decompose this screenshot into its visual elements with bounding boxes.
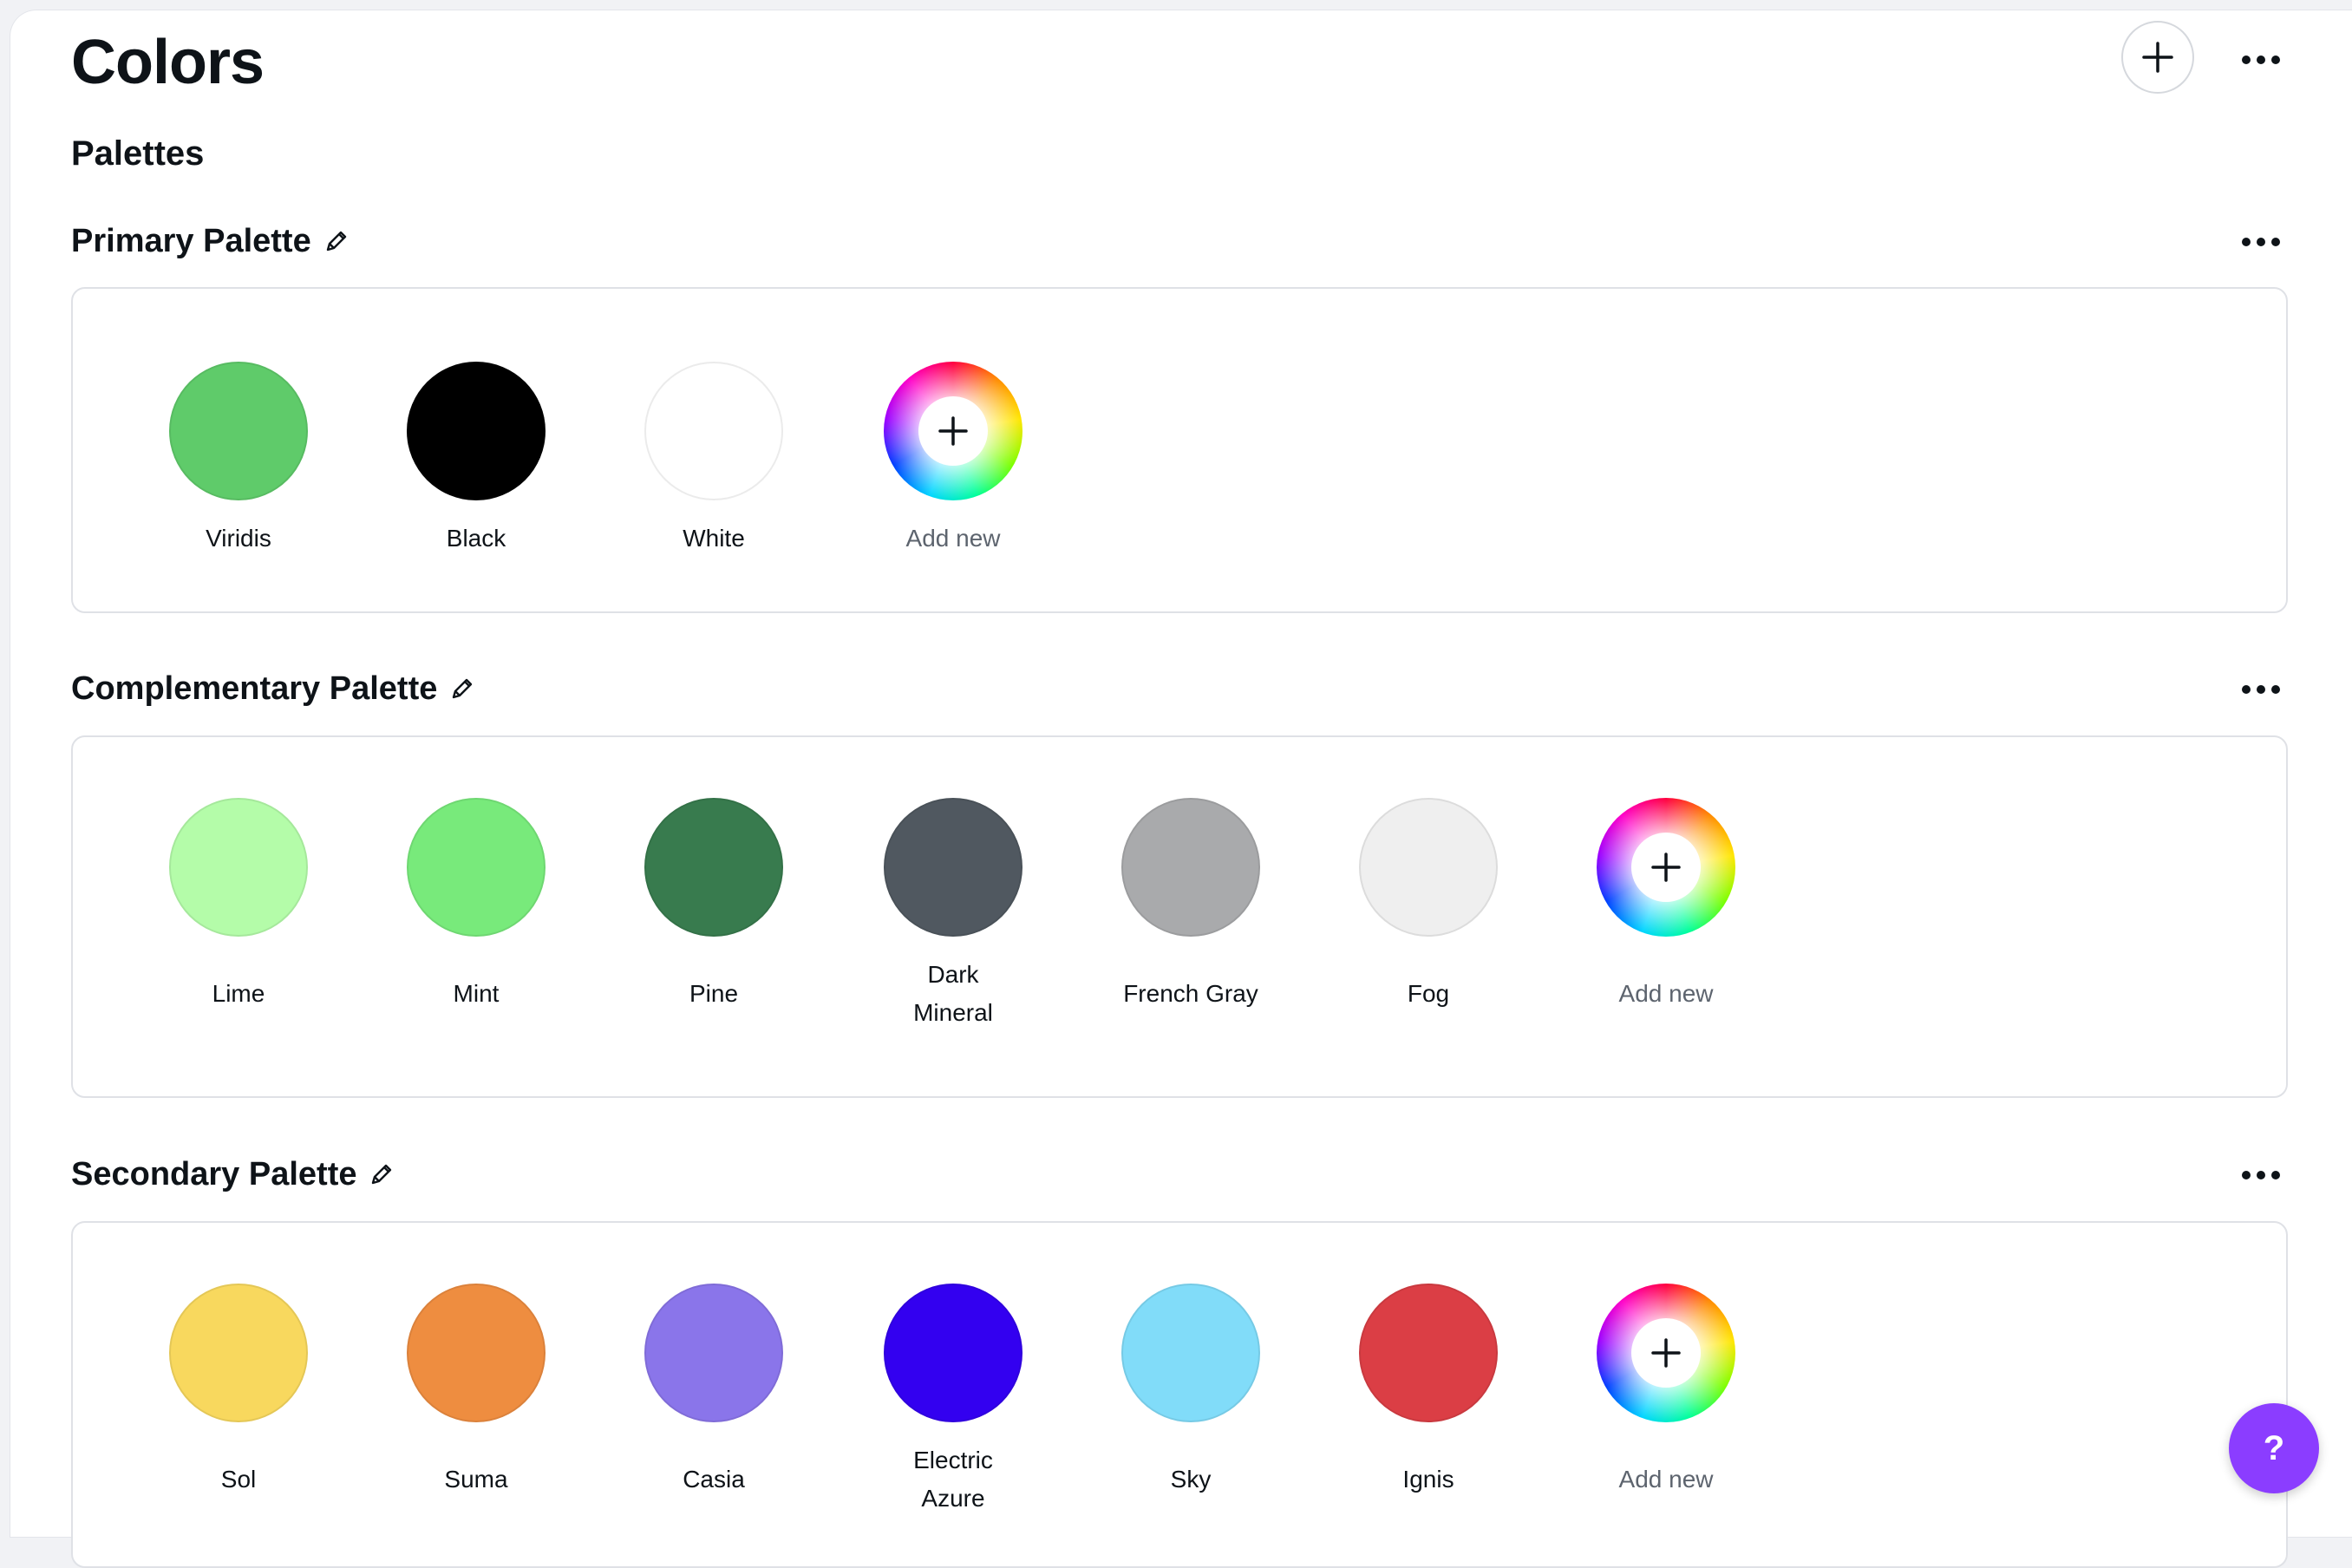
color-swatch[interactable] xyxy=(169,798,308,937)
color-swatch[interactable] xyxy=(1359,1284,1498,1422)
more-horizontal-icon xyxy=(2242,238,2280,246)
color-swatch[interactable] xyxy=(407,1284,546,1422)
swatch-item[interactable]: Sol xyxy=(139,1284,338,1499)
swatch-item[interactable]: Casia xyxy=(614,1284,813,1499)
color-swatch[interactable] xyxy=(1121,1284,1260,1422)
palette-header-secondary: Secondary Palette xyxy=(71,1148,395,1200)
color-swatch[interactable] xyxy=(644,362,783,500)
swatch-item[interactable]: Ignis xyxy=(1329,1284,1528,1499)
swatch-label: Viridis xyxy=(206,525,271,552)
rename-palette-button[interactable] xyxy=(449,676,475,702)
color-wheel-icon[interactable] xyxy=(884,362,1022,500)
section-title: Palettes xyxy=(71,134,205,173)
add-new-label: Add new xyxy=(905,525,1001,552)
palette-header-primary: Primary Palette xyxy=(71,215,350,267)
add-new-label: Add new xyxy=(1618,980,1714,1007)
swatch-item[interactable]: White xyxy=(614,362,813,558)
palette-more-button[interactable] xyxy=(2231,220,2291,264)
swatch-label: Pine xyxy=(689,980,739,1007)
add-palette-button[interactable] xyxy=(2121,21,2194,94)
more-horizontal-icon xyxy=(2242,1171,2280,1179)
color-swatch[interactable] xyxy=(169,362,308,500)
palette-name: Secondary Palette xyxy=(71,1155,357,1192)
palette-card-complementary: Lime Mint Pine Dark Mineral French Gray … xyxy=(71,735,2288,1098)
plus-icon xyxy=(938,416,968,446)
more-horizontal-icon xyxy=(2242,56,2280,64)
add-new-label: Add new xyxy=(1618,1466,1714,1493)
color-wheel-icon[interactable] xyxy=(1597,798,1735,937)
color-swatch[interactable] xyxy=(1121,798,1260,937)
palette-name: Primary Palette xyxy=(71,222,311,259)
palette-more-button[interactable] xyxy=(2231,1153,2291,1197)
swatch-item[interactable]: Pine xyxy=(614,798,813,1013)
rename-palette-button[interactable] xyxy=(369,1161,395,1187)
pencil-icon xyxy=(372,1164,392,1185)
add-color-button[interactable]: Add new xyxy=(853,362,1053,558)
swatch-label: Mint xyxy=(453,980,500,1007)
swatch-label: White xyxy=(683,525,745,552)
swatch-item[interactable]: Mint xyxy=(376,798,576,1013)
palette-card-secondary: Sol Suma Casia Electric Azure Sky Ignis … xyxy=(71,1221,2288,1568)
swatch-label: Suma xyxy=(444,1466,508,1493)
palette-header-complementary: Complementary Palette xyxy=(71,663,475,715)
swatch-item[interactable]: Sky xyxy=(1091,1284,1290,1499)
swatch-label: Lime xyxy=(212,980,265,1007)
swatch-label: Casia xyxy=(683,1466,745,1493)
swatch-item[interactable]: Black xyxy=(376,362,576,558)
palette-card-primary: Viridis Black White Add new xyxy=(71,287,2288,613)
color-swatch[interactable] xyxy=(169,1284,308,1422)
palette-more-button[interactable] xyxy=(2231,668,2291,711)
page-title: Colors xyxy=(71,28,265,97)
swatch-label: French Gray xyxy=(1123,980,1258,1007)
colors-panel: Colors Palettes Primary Palette Viridis … xyxy=(10,10,2352,1568)
swatch-label: Electric Azure xyxy=(913,1447,993,1512)
swatch-label: Dark Mineral xyxy=(913,961,993,1026)
more-horizontal-icon xyxy=(2242,685,2280,694)
pencil-icon xyxy=(453,678,473,699)
color-wheel-icon[interactable] xyxy=(1597,1284,1735,1422)
swatch-item[interactable]: Suma xyxy=(376,1284,576,1499)
pencil-icon xyxy=(326,231,346,252)
swatch-item[interactable]: Viridis xyxy=(139,362,338,558)
add-color-button[interactable]: Add new xyxy=(1566,798,1766,1013)
palette-name: Complementary Palette xyxy=(71,670,438,707)
color-swatch[interactable] xyxy=(1359,798,1498,937)
plus-icon xyxy=(2142,42,2173,73)
add-color-button[interactable]: Add new xyxy=(1566,1284,1766,1499)
plus-icon xyxy=(1651,853,1681,882)
color-swatch[interactable] xyxy=(884,798,1022,937)
color-swatch[interactable] xyxy=(407,798,546,937)
color-swatch[interactable] xyxy=(644,798,783,937)
swatch-item[interactable]: Lime xyxy=(139,798,338,1013)
swatch-label: Sol xyxy=(220,1466,257,1493)
plus-icon xyxy=(1651,1338,1681,1368)
swatch-label: Ignis xyxy=(1402,1466,1454,1493)
swatch-label: Sky xyxy=(1170,1466,1212,1493)
rename-palette-button[interactable] xyxy=(323,228,350,254)
swatch-item[interactable]: French Gray xyxy=(1091,798,1290,1013)
color-swatch[interactable] xyxy=(884,1284,1022,1422)
swatch-item[interactable]: Electric Azure xyxy=(853,1284,1053,1518)
more-options-button[interactable] xyxy=(2231,38,2291,82)
swatch-item[interactable]: Fog xyxy=(1329,798,1528,1013)
color-swatch[interactable] xyxy=(644,1284,783,1422)
swatch-item[interactable]: Dark Mineral xyxy=(853,798,1053,1032)
color-swatch[interactable] xyxy=(407,362,546,500)
swatch-label: Black xyxy=(446,525,506,552)
swatch-label: Fog xyxy=(1407,980,1450,1007)
help-button[interactable]: ? xyxy=(2229,1403,2319,1493)
